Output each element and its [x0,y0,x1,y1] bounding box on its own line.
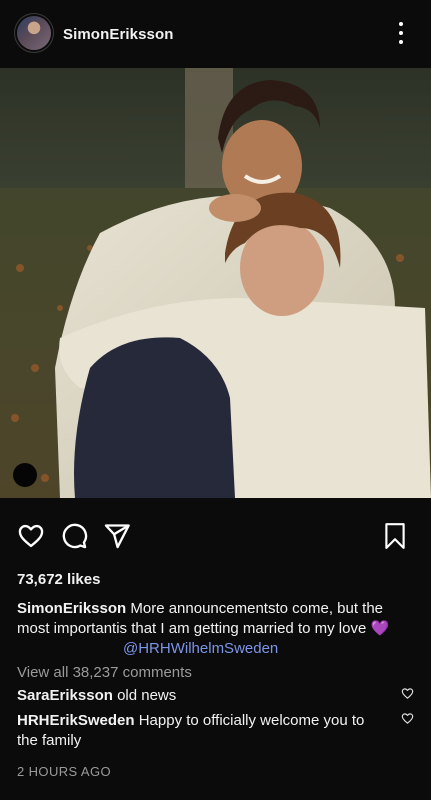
bookmark-icon[interactable] [382,522,408,550]
action-bar [0,522,431,552]
caption-mention[interactable]: @HRHWilhelmSweden [17,639,413,659]
avatar[interactable] [17,16,51,50]
view-all-comments-link[interactable]: View all 38,237 comments [17,664,192,681]
comment-item: SaraEriksson old news [17,686,387,706]
post-photo[interactable] [0,68,431,498]
comment-like-heart-icon[interactable] [401,712,414,725]
post-header: SimonEriksson [0,0,431,68]
comment-username[interactable]: HRHErikSweden [17,712,135,729]
comment-icon[interactable] [60,522,88,550]
caption-emoji: 💜 [370,620,390,637]
like-count[interactable]: 73,672 likes [17,571,100,588]
more-vertical-icon[interactable] [392,22,410,44]
caption-username[interactable]: SimonEriksson [17,600,126,617]
heart-icon[interactable] [17,522,45,550]
comment-item: HRHErikSweden Happy to officially welcom… [17,711,387,751]
post-timestamp: 2 HOURS AGO [17,764,111,779]
comment-text: old news [117,687,177,704]
post-caption: SimonEriksson More announcementsto come,… [17,599,413,659]
post-username[interactable]: SimonEriksson [63,26,174,43]
comment-username[interactable]: SaraEriksson [17,687,113,704]
send-icon[interactable] [103,522,131,550]
comment-like-heart-icon[interactable] [401,687,414,700]
